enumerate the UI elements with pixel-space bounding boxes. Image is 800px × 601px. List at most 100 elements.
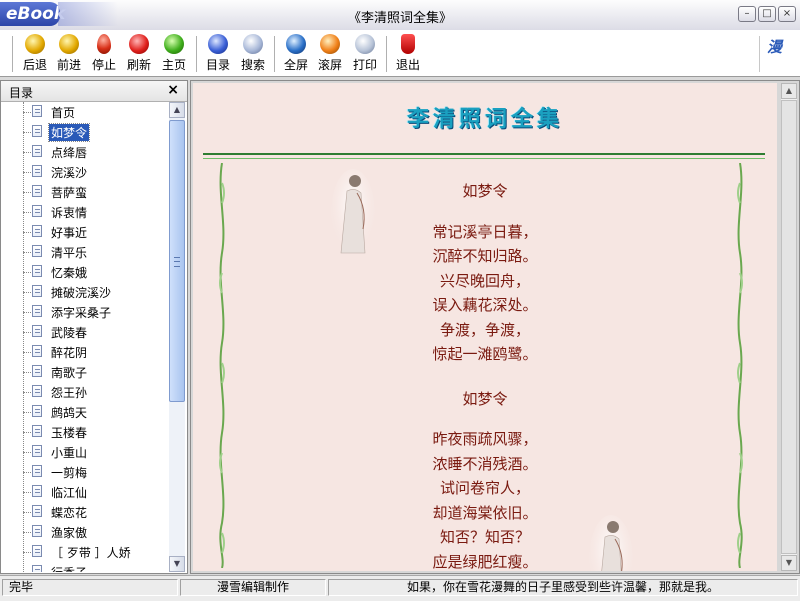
document-icon	[32, 425, 42, 437]
toc-item-label: 摊破浣溪沙	[51, 286, 112, 300]
document-icon	[32, 445, 42, 457]
exit-button[interactable]: 退出	[393, 34, 423, 73]
print-icon	[355, 34, 375, 54]
toc-item[interactable]: 点绛唇	[1, 142, 167, 162]
toc-item-label: 点绛唇	[51, 146, 88, 160]
toc-item[interactable]: 忆秦娥	[1, 262, 167, 282]
document-icon	[32, 325, 42, 337]
print-button[interactable]: 打印	[350, 34, 380, 73]
toc-item[interactable]: 鹧鸪天	[1, 402, 167, 422]
scrollbar-thumb[interactable]	[781, 100, 797, 554]
poem-title: 如梦令	[462, 182, 508, 200]
toc-item[interactable]: 一剪梅	[1, 462, 167, 482]
tree-connector	[23, 512, 31, 513]
document-icon	[32, 545, 42, 557]
fullscreen-button[interactable]: 全屏	[281, 34, 311, 73]
status-bar: 完毕 漫雪编辑制作 如果，你在雪花漫舞的日子里感受到些许温馨，那就是我。	[0, 575, 800, 601]
toc-item-label: 诉衷情	[51, 206, 88, 220]
stop-icon	[97, 34, 111, 54]
poem-line: 沉醉不知归路。	[432, 247, 538, 265]
home-label: 主页	[161, 58, 186, 72]
toc-item[interactable]: 临江仙	[1, 482, 167, 502]
toc-item-label: 鹧鸪天	[51, 406, 88, 420]
toc-item[interactable]: 如梦令	[1, 122, 167, 142]
toc-item-label: 醉花阴	[51, 346, 88, 360]
toc-item-label: 如梦令	[47, 123, 91, 142]
forward-button[interactable]: 前进	[54, 34, 84, 73]
toc-item-label: 怨王孙	[51, 386, 88, 400]
toc-item-label: 首页	[51, 106, 76, 120]
poem-line: 知否？知否？	[439, 528, 530, 546]
toc-item[interactable]: 添字采桑子	[1, 302, 167, 322]
tree-connector	[23, 352, 31, 353]
toc-item[interactable]: 武陵春	[1, 322, 167, 342]
toc-item[interactable]: 清平乐	[1, 242, 167, 262]
autoscroll-label: 滚屏	[317, 58, 342, 72]
sidebar-close-icon[interactable]: ×	[167, 82, 179, 98]
forward-icon	[59, 34, 79, 54]
toc-item[interactable]: 诉衷情	[1, 202, 167, 222]
scroll-down-arrow-icon[interactable]: ▼	[781, 555, 797, 571]
document-icon	[32, 285, 42, 297]
home-button[interactable]: 主页	[159, 34, 189, 73]
toc-item[interactable]: 渔家傲	[1, 522, 167, 542]
sidebar-title: 目录	[9, 86, 34, 100]
tree-connector	[23, 232, 31, 233]
document-icon	[32, 125, 42, 137]
toc-item-label: ［ 歹带 ］人娇	[51, 546, 131, 560]
toc-item[interactable]: 南歌子	[1, 362, 167, 382]
toolbar-separator	[759, 36, 760, 72]
toc-item-label: 菩萨蛮	[51, 186, 88, 200]
toc-item[interactable]: 好事近	[1, 222, 167, 242]
sidebar-scrollbar[interactable]: ▲ ▼	[169, 102, 185, 572]
toolbar-separator	[12, 36, 13, 72]
toc-item-label: 蝶恋花	[51, 506, 88, 520]
toc-item-label: 临江仙	[51, 486, 88, 500]
minimize-button[interactable]: –	[738, 6, 756, 22]
scrollbar-thumb[interactable]	[169, 120, 185, 402]
autoscroll-button[interactable]: 滚屏	[315, 34, 345, 73]
content-scrollbar[interactable]: ▲ ▼	[781, 83, 797, 571]
scroll-up-arrow-icon[interactable]: ▲	[781, 83, 797, 99]
document-icon	[32, 345, 42, 357]
toc-item[interactable]: 摊破浣溪沙	[1, 282, 167, 302]
poem-line: 误入藕花深处。	[432, 296, 538, 314]
toc-item-label: 武陵春	[51, 326, 88, 340]
stop-button[interactable]: 停止	[89, 34, 119, 73]
toc-item[interactable]: 首页	[1, 102, 167, 122]
scroll-up-arrow-icon[interactable]: ▲	[169, 102, 185, 118]
scroll-down-arrow-icon[interactable]: ▼	[169, 556, 185, 572]
toc-item[interactable]: 蝶恋花	[1, 502, 167, 522]
page-content: 李清照词全集 如梦令 常记溪亭日暮， 沉醉不知归路。 兴尽晚回舟， 误入藕花深处…	[193, 83, 777, 571]
lady-figure-image	[331, 169, 375, 257]
maximize-button[interactable]: □	[758, 6, 776, 22]
toc-item[interactable]: 行香子	[1, 562, 167, 572]
status-message: 如果，你在雪花漫舞的日子里感受到些许温馨，那就是我。	[328, 579, 798, 596]
toc-item[interactable]: 浣溪沙	[1, 162, 167, 182]
lady-figure-image	[589, 515, 633, 571]
refresh-button[interactable]: 刷新	[124, 34, 154, 73]
title-divider	[203, 153, 765, 159]
toc-item[interactable]: 玉楼春	[1, 422, 167, 442]
toc-item-label: 浣溪沙	[51, 166, 88, 180]
toc-item-label: 忆秦娥	[51, 266, 88, 280]
tree-connector	[23, 472, 31, 473]
toc-item[interactable]: 醉花阴	[1, 342, 167, 362]
print-label: 打印	[352, 58, 377, 72]
toc-item[interactable]: 菩萨蛮	[1, 182, 167, 202]
close-button[interactable]: ×	[778, 6, 796, 22]
back-button[interactable]: 后退	[20, 34, 50, 73]
toc-item[interactable]: 怨王孙	[1, 382, 167, 402]
toc-item-label: 南歌子	[51, 366, 88, 380]
tree-connector	[23, 452, 31, 453]
title-bar: eBook 《李清照词全集》 – □ ×	[0, 0, 800, 31]
toc-item[interactable]: ［ 歹带 ］人娇	[1, 542, 167, 562]
poem-text: 如梦令 常记溪亭日暮， 沉醉不知归路。 兴尽晚回舟， 误入藕花深处。 争渡，争渡…	[385, 179, 585, 571]
document-icon	[32, 565, 42, 572]
tree-connector	[23, 252, 31, 253]
toc-item[interactable]: 小重山	[1, 442, 167, 462]
toc-button[interactable]: 目录	[203, 34, 233, 73]
tree-connector	[23, 192, 31, 193]
document-icon	[32, 165, 42, 177]
search-button[interactable]: 搜索	[238, 34, 268, 73]
